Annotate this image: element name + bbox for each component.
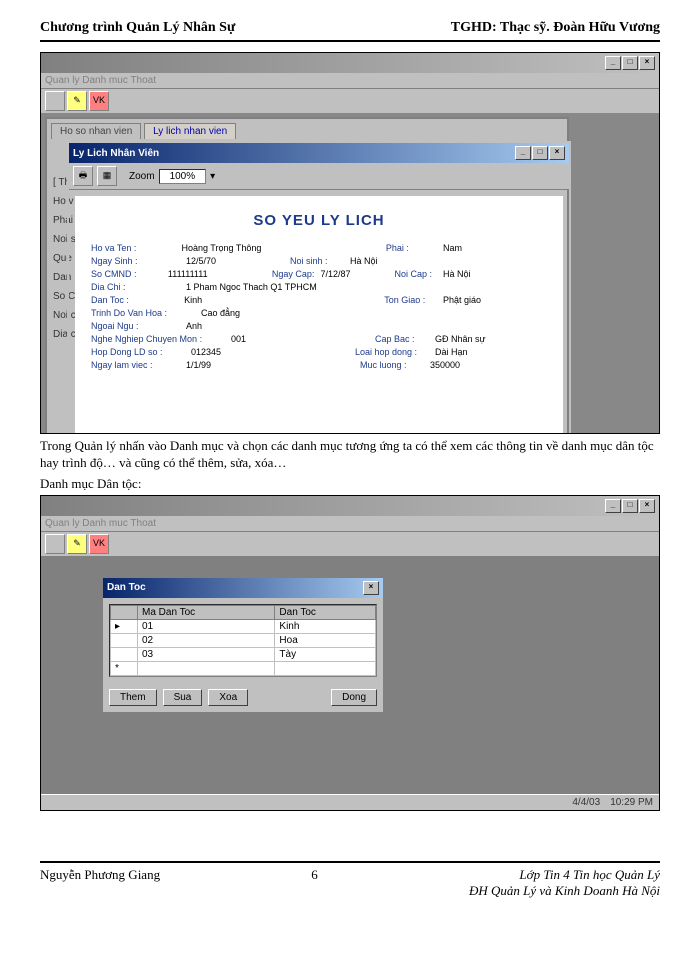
maximize-icon[interactable]: □ xyxy=(622,56,638,70)
footer-page-number: 6 xyxy=(311,867,318,883)
page-header: Chương trình Quản Lý Nhân Sự TGHD: Thạc … xyxy=(40,20,660,42)
close-icon[interactable]: × xyxy=(549,146,565,160)
maximize-icon[interactable]: □ xyxy=(622,499,638,513)
dantoc-title-text: Dan Toc xyxy=(107,582,146,593)
report-title-text: Ly Lich Nhân Viên xyxy=(73,148,159,159)
screenshot-dantoc: _ □ × Quan ly Danh muc Thoat ✎ VK Dan To… xyxy=(40,495,660,811)
zoom-value[interactable]: 100% xyxy=(159,169,207,184)
table-row: * xyxy=(111,661,376,675)
header-left: Chương trình Quản Lý Nhân Sự xyxy=(40,20,235,36)
report-toolbar: 🖶 ▦ Zoom 100% ▾ xyxy=(69,163,569,190)
toolbar: ✎ VK xyxy=(41,89,659,113)
header-right: TGHD: Thạc sỹ. Đoàn Hữu Vương xyxy=(451,20,660,36)
minimize-icon[interactable]: _ xyxy=(605,499,621,513)
footer-author: Nguyễn Phương Giang xyxy=(40,867,160,883)
dantoc-window: Dan Toc × Ma Dan Toc Dan Toc ▸01Kinh 02H… xyxy=(101,576,385,714)
report-window: Ly Lich Nhân Viên _ □ × 🖶 ▦ Zoom 100% ▾ … xyxy=(67,141,571,434)
export-icon[interactable]: ▦ xyxy=(97,166,117,186)
paragraph-1: Trong Quản lý nhấn vào Danh mục và chọn … xyxy=(40,438,660,472)
minimize-icon[interactable]: _ xyxy=(515,146,531,160)
footer-class: Lớp Tin 4 Tin học Quản Lý xyxy=(519,867,660,882)
table-row: 03Tày xyxy=(111,647,376,661)
caption-dantoc: Danh mục Dân tộc: xyxy=(40,476,660,493)
dong-button[interactable]: Dong xyxy=(331,689,377,706)
dantoc-grid[interactable]: Ma Dan Toc Dan Toc ▸01Kinh 02Hoa 03Tày * xyxy=(109,604,377,677)
report-body: SO YEU LY LICH Ho va Ten : Hoàng Trọng T… xyxy=(75,196,563,434)
tool-btn-vk[interactable]: VK xyxy=(89,91,109,111)
print-icon[interactable]: 🖶 xyxy=(73,166,93,186)
col-ma: Ma Dan Toc xyxy=(138,605,275,619)
tab-hoso[interactable]: Ho so nhan vien xyxy=(51,123,141,139)
tool-btn-2[interactable]: ✎ xyxy=(67,91,87,111)
table-row: ▸01Kinh xyxy=(111,619,376,633)
dantoc-titlebar: Dan Toc × xyxy=(103,578,383,598)
status-bar: 4/4/03 10:29 PM xyxy=(41,794,659,810)
report-heading: SO YEU LY LICH xyxy=(91,212,547,229)
zoom-dropdown-icon[interactable]: ▾ xyxy=(210,171,215,182)
tool-btn-1[interactable] xyxy=(45,534,65,554)
close-icon[interactable]: × xyxy=(639,56,655,70)
table-row: 02Hoa xyxy=(111,633,376,647)
maximize-icon[interactable]: □ xyxy=(532,146,548,160)
app-titlebar: _ □ × xyxy=(41,53,659,73)
status-date: 4/4/03 xyxy=(572,797,600,808)
them-button[interactable]: Them xyxy=(109,689,157,706)
footer-school: ĐH Quản Lý và Kinh Doanh Hà Nội xyxy=(469,883,660,898)
report-titlebar: Ly Lich Nhân Viên _ □ × xyxy=(69,143,569,163)
menubar[interactable]: Quan ly Danh muc Thoat xyxy=(41,73,659,89)
tool-btn-vk[interactable]: VK xyxy=(89,534,109,554)
zoom-label: Zoom xyxy=(129,171,155,182)
close-icon[interactable]: × xyxy=(639,499,655,513)
menubar[interactable]: Quan ly Danh muc Thoat xyxy=(41,516,659,532)
page-footer: Nguyễn Phương Giang 6 Lớp Tin 4 Tin học … xyxy=(40,861,660,899)
screenshot-lylich: _ □ × Quan ly Danh muc Thoat ✎ VK Ho so … xyxy=(40,52,660,434)
xoa-button[interactable]: Xoa xyxy=(208,689,248,706)
tab-lylich[interactable]: Ly lich nhan vien xyxy=(144,123,236,139)
sua-button[interactable]: Sua xyxy=(163,689,203,706)
col-ten: Dan Toc xyxy=(275,605,376,619)
app-titlebar: _ □ × xyxy=(41,496,659,516)
minimize-icon[interactable]: _ xyxy=(605,56,621,70)
status-time: 10:29 PM xyxy=(610,797,653,808)
close-icon[interactable]: × xyxy=(363,581,379,595)
tool-btn-2[interactable]: ✎ xyxy=(67,534,87,554)
tool-btn-1[interactable] xyxy=(45,91,65,111)
toolbar: ✎ VK xyxy=(41,532,659,556)
